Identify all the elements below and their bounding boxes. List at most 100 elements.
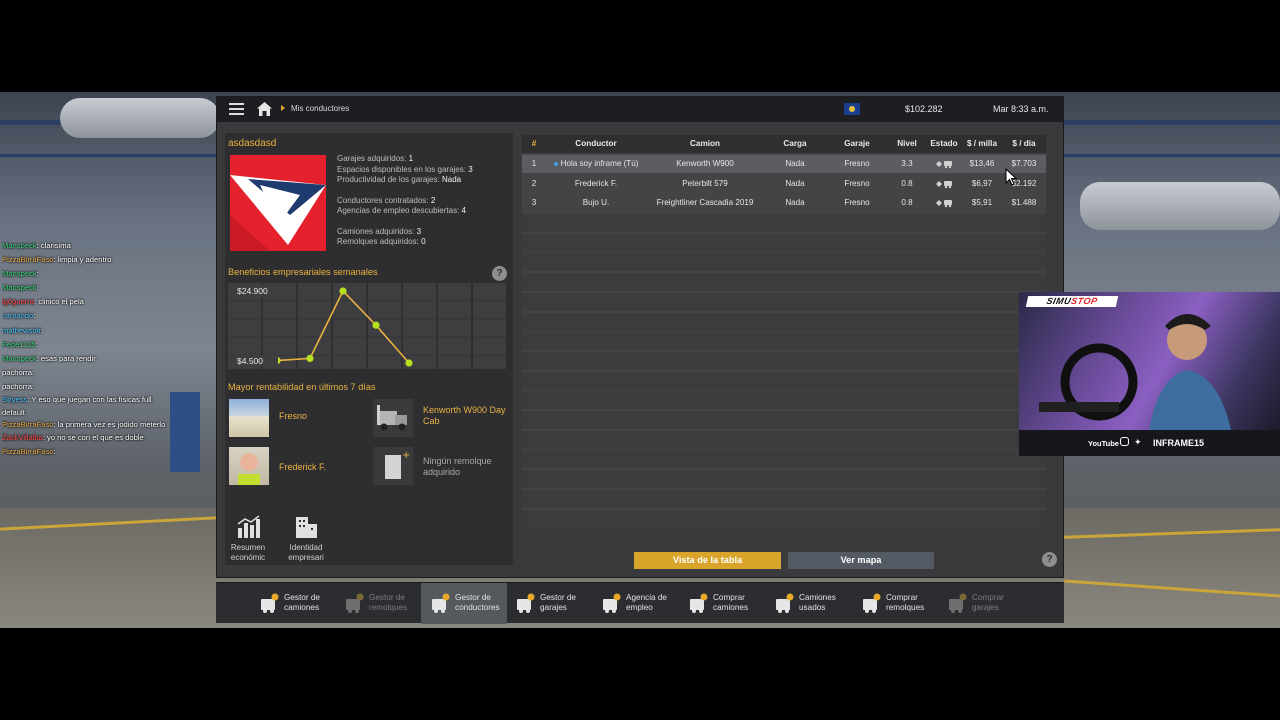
empty-row	[522, 273, 1046, 292]
help-icon[interactable]: ?	[1042, 552, 1057, 567]
dock-item[interactable]: Agencia de empleo	[592, 583, 678, 624]
col-per-mile[interactable]: $ / milla	[962, 135, 1002, 153]
table-row[interactable]: 1 Hola soy inframe (Tú) Kenworth W900 Nada F…	[522, 155, 1046, 173]
map-view-button[interactable]: Ver mapa	[788, 552, 934, 569]
chat-username: Manspeck	[2, 241, 37, 250]
identity-button[interactable]: Identidad empresari	[275, 515, 337, 562]
breadcrumb[interactable]: Mis conductores	[291, 104, 349, 113]
svg-text:+: +	[402, 450, 410, 461]
col-number[interactable]: #	[522, 135, 546, 153]
youtube-label: YouTube	[1088, 439, 1119, 448]
chat-username: PizzaBirraFaso	[2, 255, 54, 265]
best-garage[interactable]: Fresno	[279, 411, 307, 422]
empty-row	[522, 430, 1046, 449]
chat-text: :	[31, 381, 35, 391]
building-icon	[296, 517, 317, 538]
chat-text: :	[33, 311, 36, 321]
empty-row	[522, 371, 1046, 390]
summary-label: Resumen económic	[230, 543, 266, 562]
chat-message: Manspeck: esas para rendir	[2, 352, 172, 366]
chat-message: Manspeck:	[2, 267, 172, 281]
chat-message: pachorra:	[2, 366, 172, 380]
stage: Mis conductores $102.282 Mar 8:33 a.m. a…	[0, 0, 1280, 720]
webcam-video	[1019, 292, 1280, 430]
col-garage[interactable]: Garaje	[826, 135, 888, 153]
col-cargo[interactable]: Carga	[764, 135, 826, 153]
empty-row	[522, 470, 1046, 489]
help-icon[interactable]: ?	[492, 266, 507, 281]
cell-per-mile: $13,46	[969, 159, 995, 168]
chat-text: :	[41, 325, 44, 335]
empty-row	[522, 233, 1046, 252]
dock-item[interactable]: Gestor de camiones	[250, 583, 336, 624]
chat-text: :	[36, 269, 39, 279]
dock-item-label: Comprar camiones	[713, 593, 749, 612]
chat-message: lg0guerra: clinico el pela	[2, 295, 172, 309]
money-display: $102.282	[905, 104, 943, 114]
mouse-cursor-icon	[1005, 168, 1017, 186]
trailer-placeholder: +	[373, 447, 413, 485]
dock-item-label: Camiones usados	[799, 593, 836, 612]
profit-point[interactable]	[405, 359, 413, 367]
dock-icon	[949, 593, 967, 613]
cell-driver: Bujo U.	[582, 198, 610, 208]
dock-item-label: Agencia de empleo	[626, 593, 667, 612]
best-driver[interactable]: Frederick F.	[279, 462, 326, 473]
col-driver[interactable]: Conductor	[546, 135, 646, 153]
company-panel: asdasdasd Garajes adquiridos: 1 Espacios…	[225, 133, 513, 565]
best-trailer: Ningún remolque adquirido	[423, 456, 492, 477]
menu-icon[interactable]	[229, 103, 244, 115]
dock-item[interactable]: Comprar remolques	[852, 583, 938, 624]
col-state[interactable]: Estado	[926, 135, 962, 153]
webcam-overlay: SIMUSTOP YouTube ✦ INFRAME15	[1019, 292, 1280, 456]
chat-text: : esas para rendir	[36, 353, 96, 363]
cell-cargo: Nada	[785, 159, 805, 168]
dock-icon	[776, 593, 794, 613]
cell-driver: Hola soy inframe (Tú)	[546, 155, 646, 173]
chat-username: pachorra	[2, 367, 32, 377]
table-view-button[interactable]: Vista de la tabla	[634, 552, 781, 569]
best-last-7-days-title: Mayor rentabilidad en últimos 7 días	[228, 382, 376, 392]
chat-username: cantando	[2, 311, 34, 321]
twitter-icon: ✦	[1134, 437, 1142, 447]
stat-trucks: Camiones adquiridos: 3	[337, 226, 422, 236]
brand-logo: SIMUSTOP	[1025, 296, 1119, 307]
table-row[interactable]: 3 Bujo U. Freightliner Cascadia 2019 Nada Fr…	[522, 194, 1046, 212]
instagram-icon	[1120, 437, 1129, 446]
dock-item[interactable]: Comprar garajes	[938, 583, 1024, 624]
chat-username: ZackVillalba	[2, 433, 43, 443]
best-truck[interactable]: Kenworth W900 Day Cab	[423, 405, 507, 427]
chat-message: PizzaBirraFaso: limpia y adentro	[2, 253, 172, 267]
empty-row	[522, 214, 1046, 232]
table-row[interactable]: 2 Frederick F. Peterbilt 579 Nada Fresno 0.8 $…	[522, 175, 1046, 193]
dock-item[interactable]: Gestor de remolques	[335, 583, 421, 624]
chat-text: : yo no se con el que es doble	[42, 433, 144, 443]
col-truck[interactable]: Camion	[646, 135, 764, 153]
dock-item[interactable]: Camiones usados	[765, 583, 851, 624]
empty-row	[522, 253, 1046, 272]
identity-label: Identidad empresari	[288, 543, 324, 562]
streamer-handle: INFRAME15	[1153, 438, 1205, 448]
dock-item-label: Gestor de garajes	[540, 593, 576, 612]
cell-level: 3.3	[901, 159, 913, 168]
dock-item[interactable]: Gestor de conductores	[421, 583, 507, 624]
dock-item[interactable]: Gestor de garajes	[506, 583, 592, 624]
profit-point[interactable]	[372, 321, 380, 329]
self-indicator-icon	[553, 161, 558, 166]
stream-chat: Manspeck: clarisima PizzaBirraFaso: limpi…	[2, 239, 172, 459]
profit-point[interactable]	[306, 354, 314, 363]
summary-button[interactable]: Resumen económic	[217, 515, 279, 562]
chat-username: lg0guerra	[2, 297, 35, 307]
dock-item[interactable]: Comprar camiones	[679, 583, 765, 624]
home-icon[interactable]	[257, 102, 272, 116]
driver-state-icon	[926, 175, 962, 193]
driver-state-icon	[926, 194, 962, 212]
profit-point[interactable]	[339, 287, 347, 295]
empty-row	[522, 391, 1046, 410]
empty-row	[522, 450, 1046, 469]
col-per-day[interactable]: $ / día	[1002, 135, 1046, 153]
empty-row	[522, 411, 1046, 429]
chat-message: mathewsotr:	[2, 324, 172, 338]
col-level[interactable]: Nivel	[888, 135, 926, 153]
chat-username: PizzaBirraFaso	[2, 420, 54, 430]
